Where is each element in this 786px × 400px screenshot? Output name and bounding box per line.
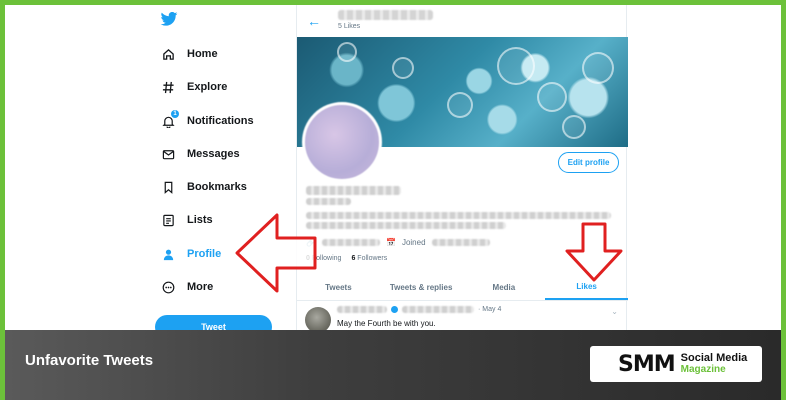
- person-icon: [161, 247, 175, 261]
- sidebar-item-bookmarks[interactable]: Bookmarks: [161, 176, 247, 198]
- bokeh-circle: [497, 47, 535, 85]
- profile-meta-row: 🔗 📅 Joined: [306, 238, 490, 247]
- sidebar-item-label: Profile: [187, 248, 222, 260]
- verified-badge-icon: [391, 306, 398, 313]
- profile-avatar[interactable]: [302, 102, 382, 182]
- profile-tabs: Tweets Tweets & replies Media Likes: [297, 275, 628, 301]
- sidebar-item-label: Messages: [187, 148, 240, 160]
- back-arrow-icon[interactable]: ←: [307, 13, 321, 29]
- sidebar-item-messages[interactable]: Messages: [161, 143, 240, 165]
- sidebar-nav: Home Explore 1 Notifications Messages Bo…: [155, 5, 285, 339]
- sidebar-item-explore[interactable]: Explore: [161, 76, 227, 98]
- bookmark-icon: [161, 180, 175, 194]
- blurred-name-line: [306, 186, 401, 195]
- bell-icon: 1: [161, 110, 179, 128]
- notification-badge: 1: [171, 110, 179, 118]
- bokeh-circle: [447, 92, 473, 118]
- tab-tweets[interactable]: Tweets: [297, 275, 380, 300]
- blurred-author-name[interactable]: [337, 306, 387, 313]
- link-icon: 🔗: [306, 238, 316, 247]
- sidebar-item-notifications[interactable]: 1 Notifications: [161, 110, 254, 132]
- smm-logo: SMM Social Media Magazine: [590, 346, 762, 382]
- profile-column: ← 5 Likes Edit profile 🔗 📅 Joined 0 Foll…: [296, 5, 628, 335]
- hashtag-icon: [161, 80, 175, 94]
- tweet-header: · May 4: [337, 306, 501, 313]
- following-stat[interactable]: 0 Following: [306, 255, 341, 262]
- home-icon: [161, 47, 175, 61]
- twitter-logo-icon[interactable]: [160, 12, 178, 26]
- sidebar-item-label: Home: [187, 48, 218, 60]
- tweet-text: May the Fourth be with you.: [337, 319, 436, 328]
- bokeh-circle: [537, 82, 567, 112]
- tab-media[interactable]: Media: [463, 275, 546, 300]
- profile-header-bar: ← 5 Likes: [297, 5, 628, 37]
- sidebar-item-home[interactable]: Home: [161, 43, 218, 65]
- blurred-display-name: [338, 10, 433, 20]
- blurred-joined-date: [431, 239, 490, 246]
- chevron-down-icon[interactable]: ⌄: [611, 307, 618, 316]
- bokeh-circle: [392, 57, 414, 79]
- blurred-handle-line: [306, 198, 351, 205]
- sidebar-item-profile[interactable]: Profile: [161, 243, 221, 265]
- sidebar-item-label: Lists: [187, 214, 213, 226]
- envelope-icon: [161, 147, 175, 161]
- more-circle-icon: [161, 280, 175, 294]
- followers-stat[interactable]: 6 Followers: [351, 255, 387, 262]
- sidebar-item-more[interactable]: More: [161, 276, 213, 298]
- caption-title: Unfavorite Tweets: [25, 352, 154, 369]
- tab-tweets-replies[interactable]: Tweets & replies: [380, 275, 463, 300]
- list-icon: [161, 213, 175, 227]
- bokeh-circle: [582, 52, 614, 84]
- blurred-link[interactable]: [321, 239, 380, 246]
- likes-count: 5 Likes: [338, 23, 361, 30]
- bokeh-circle: [337, 42, 357, 62]
- blurred-bio-line: [306, 212, 611, 219]
- bokeh-circle: [562, 115, 586, 139]
- blurred-bio-line: [306, 222, 506, 229]
- sidebar-item-label: More: [187, 281, 214, 293]
- calendar-icon: 📅: [385, 238, 396, 247]
- sidebar-item-label: Bookmarks: [187, 181, 247, 193]
- sidebar-item-label: Explore: [187, 81, 228, 93]
- sidebar-item-lists[interactable]: Lists: [161, 209, 213, 231]
- caption-banner: Unfavorite Tweets SMM Social Media Magaz…: [5, 330, 781, 400]
- sidebar-item-label: Notifications: [187, 115, 254, 127]
- tab-likes[interactable]: Likes: [545, 275, 628, 300]
- logo-mark: SMM: [618, 351, 676, 377]
- tweet-date: · May 4: [478, 306, 502, 313]
- edit-profile-button[interactable]: Edit profile: [558, 152, 619, 173]
- logo-text: Social Media Magazine: [680, 352, 748, 376]
- blurred-author-handle[interactable]: [402, 306, 474, 313]
- joined-label: Joined: [401, 238, 426, 247]
- follow-stats: 0 Following 6 Followers: [306, 255, 387, 262]
